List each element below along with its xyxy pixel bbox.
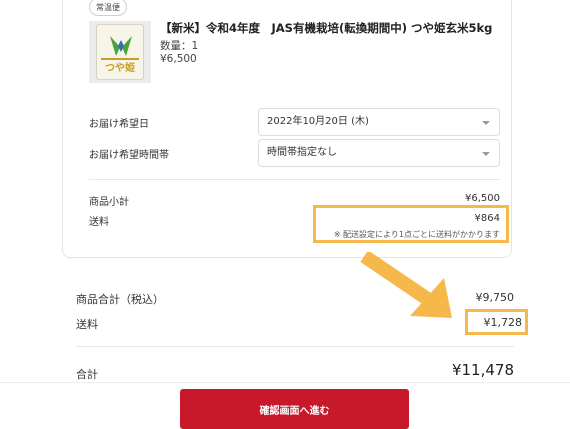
- summary-shipping-label: 送料: [76, 318, 98, 331]
- delivery-date-select[interactable]: 2022年10月20日 (木): [258, 108, 500, 136]
- product-title[interactable]: 【新米】令和4年度 JAS有機栽培(転換期間中) つや姫玄米5kg: [160, 20, 492, 36]
- delivery-time-label: お届け希望時間帯: [89, 150, 169, 161]
- product-image[interactable]: つや姫: [89, 21, 151, 83]
- chevron-down-icon: [482, 121, 490, 125]
- product-price: ¥6,500: [160, 53, 197, 65]
- item-subtotal-value: ¥6,500: [465, 193, 500, 204]
- product-quantity: 数量：1: [160, 40, 199, 52]
- delivery-time-value: 時間帯指定なし: [267, 147, 337, 158]
- delivery-date-value: 2022年10月20日 (木): [267, 116, 369, 127]
- item-shipping-label: 送料: [89, 217, 109, 228]
- goods-total-label: 商品合計（税込）: [76, 293, 164, 306]
- summary-shipping-highlight: [465, 309, 528, 335]
- item-shipping-highlight: [313, 205, 509, 243]
- shipping-type-badge: 常温便: [89, 0, 127, 16]
- item-subtotal-label: 商品小計: [89, 197, 129, 208]
- bag-emblem-icon: [110, 36, 132, 56]
- grand-total-value: ¥11,478: [451, 361, 514, 379]
- delivery-date-label: お届け希望日: [89, 119, 149, 130]
- card-divider: [89, 179, 500, 180]
- callout-arrow-icon: [360, 252, 452, 318]
- grand-total-label: 合計: [76, 368, 98, 381]
- chevron-down-icon: [482, 152, 490, 156]
- delivery-time-select[interactable]: 時間帯指定なし: [258, 139, 500, 167]
- proceed-to-confirm-button[interactable]: 確認画面へ進む: [180, 389, 409, 429]
- summary-divider: [76, 346, 514, 347]
- bag-brand-text: つや姫: [105, 63, 135, 74]
- rice-bag-icon: つや姫: [96, 24, 144, 80]
- goods-total-value: ¥9,750: [475, 291, 515, 304]
